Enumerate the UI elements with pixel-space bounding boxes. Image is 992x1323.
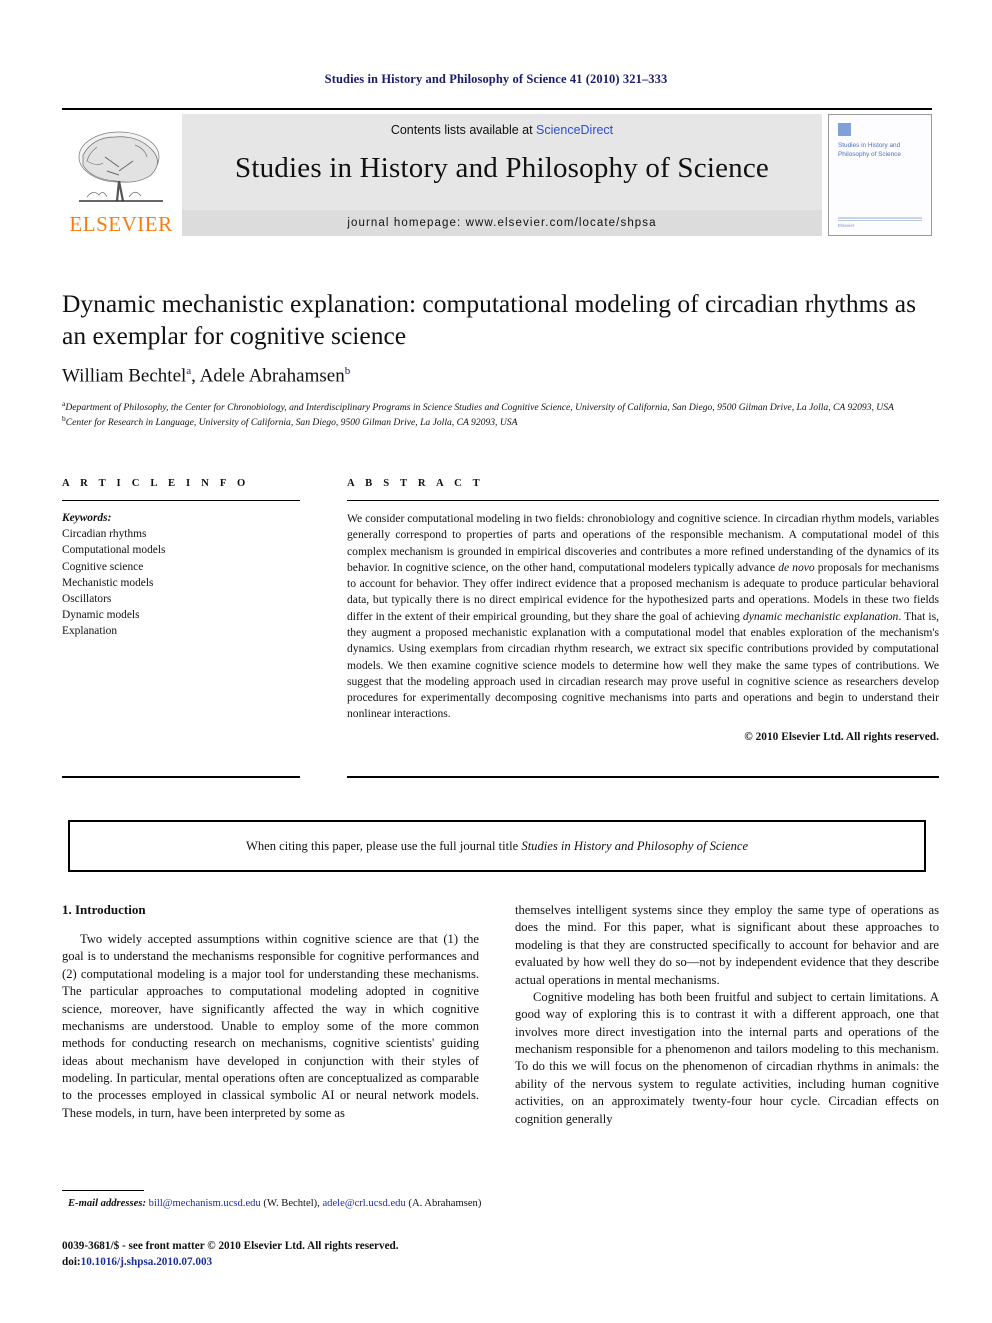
- article-info-heading: A R T I C L E I N F O: [62, 478, 250, 489]
- citation-notice-journal: Studies in History and Philosophy of Sci…: [521, 838, 749, 853]
- footnote-separator: [62, 1190, 144, 1191]
- citation-notice-prefix: When citing this paper, please use the f…: [245, 838, 522, 853]
- author-list: William Bechtela, Adele Abrahamsenb: [62, 365, 940, 387]
- keywords-label: Keywords:: [62, 512, 112, 524]
- keyword-item: Explanation: [62, 625, 118, 638]
- keyword-item: Cognitive science: [62, 560, 144, 573]
- elsevier-logo: ELSEVIER: [62, 114, 180, 236]
- section-heading-introduction: 1. Introduction: [62, 902, 146, 917]
- journal-cover-footer: Elsevier: [838, 220, 922, 228]
- paragraph: Two widely accepted assumptions within c…: [62, 932, 479, 1120]
- citation-notice-box: When citing this paper, please use the f…: [68, 820, 926, 872]
- title-block: Dynamic mechanistic explanation: computa…: [62, 288, 940, 430]
- abstract-italic-de-novo: de novo: [778, 560, 815, 574]
- body-column-right: themselves intelligent systems since the…: [515, 902, 939, 1128]
- journal-homepage-line[interactable]: journal homepage: www.elsevier.com/locat…: [182, 210, 822, 236]
- email-owner-2: (A. Abrahamsen): [405, 1198, 482, 1209]
- email-link-abrahamsen[interactable]: adele@crl.ucsd.edu: [322, 1198, 405, 1209]
- affiliation-a-text: Department of Philosophy, the Center for…: [65, 401, 894, 413]
- journal-band: Contents lists available at ScienceDirec…: [182, 114, 822, 236]
- journal-title: Studies in History and Philosophy of Sci…: [235, 152, 769, 184]
- abstract-copyright: © 2010 Elsevier Ltd. All rights reserved…: [744, 730, 939, 743]
- author-2-affiliation-mark: b: [344, 365, 351, 378]
- abstract-part-3: . That is, they augment a proposed mecha…: [347, 609, 939, 721]
- affiliations: aDepartment of Philosophy, the Center fo…: [62, 399, 940, 431]
- doi-label: doi:: [62, 1256, 81, 1269]
- keyword-item: Circadian rhythms: [62, 528, 147, 541]
- journal-cover-thumbnail[interactable]: Studies in History and Philosophy of Sci…: [828, 114, 932, 236]
- elsevier-wordmark: ELSEVIER: [69, 212, 173, 236]
- abstract-heading: A B S T R A C T: [347, 478, 484, 489]
- article-info-rule: [62, 500, 300, 501]
- journal-cover-emblem-icon: [838, 123, 851, 136]
- issn-line: 0039-3681/$ - see front matter © 2010 El…: [62, 1240, 399, 1252]
- journal-cover-divider: [838, 217, 922, 219]
- contents-available-line: Contents lists available at ScienceDirec…: [182, 123, 822, 137]
- journal-masthead: ELSEVIER Contents lists available at Sci…: [62, 108, 932, 238]
- affiliation-b: bCenter for Research in Language, Univer…: [62, 414, 940, 430]
- affiliation-a: aDepartment of Philosophy, the Center fo…: [62, 399, 940, 415]
- doi-link[interactable]: 10.1016/j.shpsa.2010.07.003: [81, 1256, 212, 1268]
- author-name-2: , Adele Abrahamsen: [191, 365, 345, 387]
- citation-notice-text: When citing this paper, please use the f…: [246, 839, 748, 854]
- email-owner-1: (W. Bechtel),: [260, 1198, 323, 1209]
- article-info-bottom-rule: [62, 776, 300, 778]
- page-title: Dynamic mechanistic explanation: computa…: [62, 289, 917, 351]
- abstract-italic-dynamic-mechanistic-explanation: dynamic mechanistic explanation: [742, 609, 899, 623]
- paragraph: Cognitive modeling has both been fruitfu…: [515, 989, 939, 1126]
- paper-page: Studies in History and Philosophy of Sci…: [0, 0, 992, 1323]
- abstract-bottom-rule: [347, 776, 939, 778]
- contents-prefix: Contents lists available at: [390, 123, 537, 137]
- elsevier-tree-icon: [78, 131, 163, 202]
- keyword-item: Mechanistic models: [62, 576, 154, 589]
- running-head: Studies in History and Philosophy of Sci…: [324, 72, 668, 86]
- keyword-item: Dynamic models: [62, 609, 140, 622]
- journal-cover-title: Studies in History and Philosophy of Sci…: [838, 142, 901, 159]
- abstract-column: A B S T R A C T We consider computationa…: [347, 478, 939, 743]
- keyword-item: Computational models: [62, 544, 166, 557]
- sciencedirect-link[interactable]: ScienceDirect: [536, 123, 613, 137]
- doi-line: doi:10.1016/j.shpsa.2010.07.003: [62, 1254, 622, 1270]
- abstract-text: We consider computational modeling in tw…: [347, 511, 939, 723]
- email-label: E-mail addresses:: [68, 1198, 146, 1209]
- article-info-column: A R T I C L E I N F O Keywords: Circadia…: [62, 478, 300, 640]
- keyword-item: Oscillators: [62, 592, 112, 605]
- footnote-email-addresses: E-mail addresses: bill@mechanism.ucsd.ed…: [68, 1197, 588, 1212]
- email-link-bechtel[interactable]: bill@mechanism.ucsd.edu: [149, 1198, 261, 1209]
- affiliation-b-text: Center for Research in Language, Univers…: [65, 417, 518, 429]
- keywords-block: Keywords: Circadian rhythms Computationa…: [62, 510, 300, 640]
- body-column-left: 1. Introduction Two widely accepted assu…: [62, 902, 479, 1122]
- issn-copyright-block: 0039-3681/$ - see front matter © 2010 El…: [62, 1238, 622, 1270]
- author-name-1: William Bechtel: [62, 365, 187, 387]
- abstract-rule: [347, 500, 939, 501]
- paragraph: themselves intelligent systems since the…: [515, 903, 939, 987]
